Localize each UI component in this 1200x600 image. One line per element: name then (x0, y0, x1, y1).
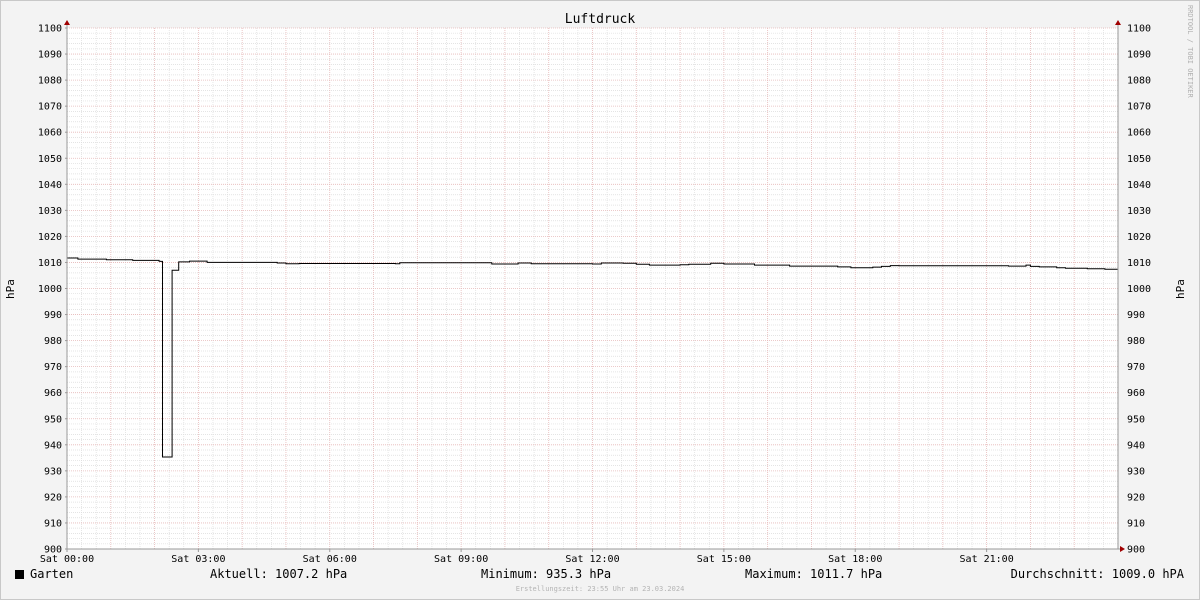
y-tick-label-left: 1000 (38, 284, 62, 295)
x-tick-label: Sat 00:00 (40, 554, 94, 565)
y-tick-label-right: 950 (1127, 414, 1145, 425)
y-tick-label-right: 1000 (1127, 284, 1151, 295)
legend-average: Durchschnitt: 1009.0 hPA (1010, 567, 1184, 581)
y-tick-label-left: 950 (44, 414, 62, 425)
y-axis-label-left: hPa (4, 279, 17, 299)
y-axis-arrow-left (64, 20, 70, 25)
y-tick-label-left: 1050 (38, 154, 62, 165)
y-tick-label-left: 1030 (38, 206, 62, 217)
y-tick-label-left: 960 (44, 388, 62, 399)
x-tick-label: Sat 09:00 (434, 554, 488, 565)
y-tick-label-left: 980 (44, 336, 62, 347)
y-tick-label-right: 1100 (1127, 24, 1151, 35)
y-tick-label-right: 940 (1127, 440, 1145, 451)
rrdtool-credit: RRDTOOL / TOBI OETIKER (1186, 5, 1194, 99)
legend-swatch (15, 570, 24, 579)
legend-maximum: Maximum: 1011.7 hPa (745, 567, 883, 581)
y-tick-label-left: 1070 (38, 102, 62, 113)
y-tick-label-left: 920 (44, 492, 62, 503)
y-tick-label-right: 1020 (1127, 232, 1151, 243)
y-tick-label-left: 910 (44, 518, 62, 529)
y-tick-label-left: 930 (44, 466, 62, 477)
legend-minimum: Minimum: 935.3 hPa (481, 567, 612, 581)
y-tick-label-right: 1070 (1127, 102, 1151, 113)
y-axis-arrow-right (1115, 20, 1121, 25)
x-tick-label: Sat 21:00 (960, 554, 1014, 565)
x-tick-label: Sat 06:00 (303, 554, 357, 565)
y-tick-label-right: 960 (1127, 388, 1145, 399)
creation-time: Erstellungszeit: 23:55 Uhr am 23.03.2024 (515, 585, 685, 593)
y-tick-label-left: 1100 (38, 24, 62, 35)
legend-current: Aktuell: 1007.2 hPa (210, 567, 348, 581)
y-tick-label-right: 1080 (1127, 76, 1151, 87)
x-tick-label: Sat 03:00 (171, 554, 225, 565)
y-tick-label-left: 1080 (38, 76, 62, 87)
y-tick-label-left: 1040 (38, 180, 62, 191)
x-axis-arrow (1120, 546, 1125, 552)
y-tick-label-right: 1050 (1127, 154, 1151, 165)
pressure-chart: 900 900910 910920 920930 930940 940950 950960 9… (4, 5, 1194, 565)
y-axis-label-right: hPa (1174, 279, 1187, 299)
y-tick-label-right: 1010 (1127, 258, 1151, 269)
y-tick-label-left: 990 (44, 310, 62, 321)
y-tick-label-left: 970 (44, 362, 62, 373)
y-tick-label-right: 1030 (1127, 206, 1151, 217)
y-tick-label-right: 1060 (1127, 128, 1151, 139)
x-tick-label: Sat 12:00 (565, 554, 619, 565)
y-tick-label-right: 900 (1127, 545, 1145, 556)
y-tick-label-right: 920 (1127, 492, 1145, 503)
y-tick-label-right: 970 (1127, 362, 1145, 373)
chart-title: Luftdruck (565, 12, 636, 27)
x-tick-label: Sat 15:00 (697, 554, 751, 565)
x-tick-label: Sat 18:00 (828, 554, 882, 565)
y-tick-label-right: 980 (1127, 336, 1145, 347)
y-tick-label-left: 1090 (38, 50, 62, 61)
y-tick-label-right: 1090 (1127, 50, 1151, 61)
y-tick-label-left: 940 (44, 440, 62, 451)
y-tick-label-right: 910 (1127, 518, 1145, 529)
legend-series: Garten (15, 567, 73, 581)
y-tick-label-left: 1010 (38, 258, 62, 269)
y-tick-label-right: 1040 (1127, 180, 1151, 191)
y-tick-label-left: 1020 (38, 232, 62, 243)
legend-series-name: Garten (30, 567, 74, 581)
y-tick-label-right: 930 (1127, 466, 1145, 477)
y-tick-label-right: 990 (1127, 310, 1145, 321)
y-tick-label-left: 1060 (38, 128, 62, 139)
